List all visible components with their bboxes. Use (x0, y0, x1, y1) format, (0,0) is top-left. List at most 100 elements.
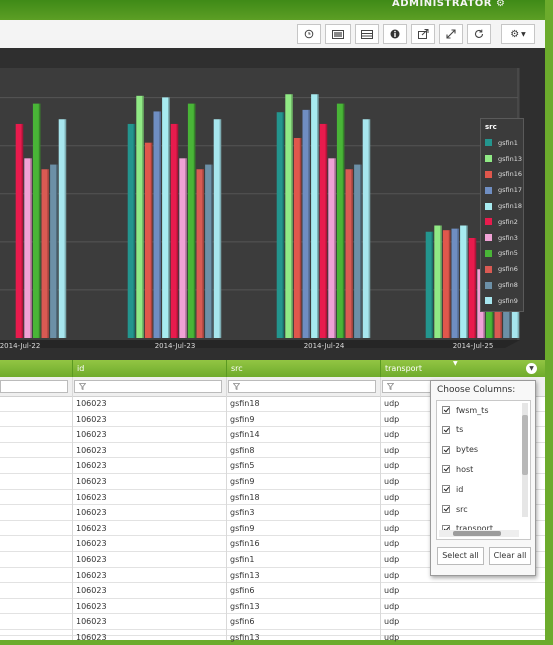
user-name[interactable]: ADMINISTRATOR (392, 0, 492, 9)
table-row[interactable]: 106023 gsfin13 udp (0, 599, 545, 615)
legend-item[interactable]: gsfin17 (485, 182, 523, 198)
table-cell: gsfin5 (230, 461, 255, 471)
legend-swatch (485, 281, 492, 289)
table-cell: gsfin18 (230, 399, 260, 408)
legend-swatch (485, 297, 492, 305)
legend-item[interactable]: gsfin18 (485, 198, 523, 214)
table-cell: udp (384, 477, 400, 486)
legend-item[interactable]: gsfin5 (485, 246, 523, 262)
info-icon[interactable] (383, 24, 407, 44)
checkbox[interactable] (442, 406, 450, 414)
bar-shade (457, 228, 459, 338)
table-cell: gsfin1 (230, 555, 255, 564)
refresh-icon[interactable] (467, 24, 491, 44)
clock-icon[interactable] (297, 24, 321, 44)
table-cell: gsfin14 (230, 430, 260, 440)
column-option-label: host (456, 464, 474, 474)
table-cell: 106023 (76, 633, 107, 642)
bar-shade (342, 103, 345, 338)
legend-label: gsfin3 (498, 233, 518, 242)
filter-input-id[interactable] (74, 380, 222, 393)
table-row[interactable]: 106023 gsfin13 udp (0, 630, 545, 642)
table-cell: 106023 (76, 601, 107, 611)
table-cell: udp (384, 617, 400, 627)
table-cell: udp (384, 633, 400, 642)
column-header-src[interactable]: src (226, 360, 380, 377)
checkbox[interactable] (442, 505, 450, 513)
checkbox[interactable] (442, 425, 450, 434)
table-cell: 106023 (76, 555, 107, 564)
vertical-scrollbar[interactable] (522, 403, 528, 517)
column-option[interactable]: ts (442, 424, 463, 436)
bar-shade (56, 164, 58, 338)
legend-item[interactable]: gsfin8 (485, 277, 523, 293)
bar-shade (185, 158, 187, 338)
legend-label: gsfin1 (498, 138, 518, 147)
legend-item[interactable]: gsfin16 (485, 167, 523, 183)
bar-shade (291, 94, 293, 338)
bar-shade (159, 111, 161, 338)
legend-item[interactable]: gsfin1 (485, 135, 523, 151)
expand-icon[interactable] (439, 24, 463, 44)
chevron-down-icon[interactable]: ▼ (521, 31, 526, 38)
top-bar: ADMINISTRATOR ⚙ (0, 0, 553, 22)
sort-indicator-icon[interactable]: ▼ (453, 360, 458, 367)
checkbox[interactable] (442, 465, 450, 474)
table-cell: 106023 (76, 445, 107, 455)
table-row[interactable]: 106023 gsfin6 udp (0, 614, 545, 630)
bar-chart: 2014-Jul-22 2014-Jul-23 2014-Jul-24 2014-Ju… (0, 48, 545, 360)
table-cell: gsfin18 (230, 492, 260, 502)
column-option[interactable]: fwsm_ts (442, 404, 488, 416)
legend-item[interactable]: gsfin13 (485, 151, 523, 167)
column-option[interactable]: src (442, 503, 468, 515)
clear-all-button[interactable]: Clear all (489, 547, 531, 565)
column-option[interactable]: host (442, 463, 473, 475)
bar-shade (368, 119, 371, 338)
settings-dropdown-button[interactable]: ⚙ ▼ (501, 24, 535, 44)
table-icon[interactable] (355, 24, 379, 44)
bar-shade (193, 103, 196, 338)
legend-swatch (485, 139, 492, 147)
column-header-id[interactable]: id (72, 360, 226, 377)
image-icon[interactable] (325, 24, 351, 44)
bar-shade (282, 112, 285, 338)
table-cell: udp (384, 601, 400, 611)
table-cell: udp (384, 492, 400, 502)
legend-swatch (485, 265, 492, 273)
filter-input[interactable] (0, 380, 68, 393)
column-chooser-button[interactable]: ▼ (526, 363, 537, 374)
gear-icon[interactable]: ⚙ (510, 29, 519, 40)
export-icon[interactable] (411, 24, 435, 44)
bar-shade (219, 119, 222, 338)
table-row[interactable]: 106023 gsfin6 udp (0, 583, 545, 599)
bar-shade (142, 95, 144, 338)
column-header-transport[interactable]: transport (380, 360, 545, 377)
table-cell: udp (384, 586, 400, 596)
legend-item[interactable]: gsfin2 (485, 214, 523, 230)
gear-icon[interactable]: ⚙ (496, 0, 505, 9)
user-menu[interactable]: ADMINISTRATOR ⚙ (392, 0, 505, 9)
bar-shade (64, 119, 67, 338)
checkbox[interactable] (442, 445, 450, 454)
legend-label: gsfin5 (498, 249, 518, 258)
table-cell: gsfin13 (230, 570, 260, 580)
legend-item[interactable]: gsfin9 (485, 293, 523, 309)
table-cell: gsfin3 (230, 508, 255, 518)
bar-shade (325, 123, 328, 338)
legend-title: src (485, 123, 497, 131)
column-header[interactable] (0, 360, 72, 377)
checkbox[interactable] (442, 485, 450, 494)
filter-input-src[interactable] (228, 380, 376, 393)
legend-item[interactable]: gsfin6 (485, 261, 523, 277)
legend-label: gsfin18 (498, 202, 522, 211)
horizontal-scrollbar[interactable] (439, 530, 519, 537)
legend-item[interactable]: gsfin3 (485, 230, 523, 246)
table-cell: gsfin6 (230, 617, 255, 627)
column-option[interactable]: bytes (442, 444, 478, 456)
column-option[interactable]: id (442, 483, 463, 495)
bar-shade (360, 164, 362, 338)
bar-shade (466, 225, 468, 338)
legend-label: gsfin13 (498, 154, 522, 163)
select-all-button[interactable]: Select all (437, 547, 484, 565)
bar-shade (299, 138, 302, 338)
